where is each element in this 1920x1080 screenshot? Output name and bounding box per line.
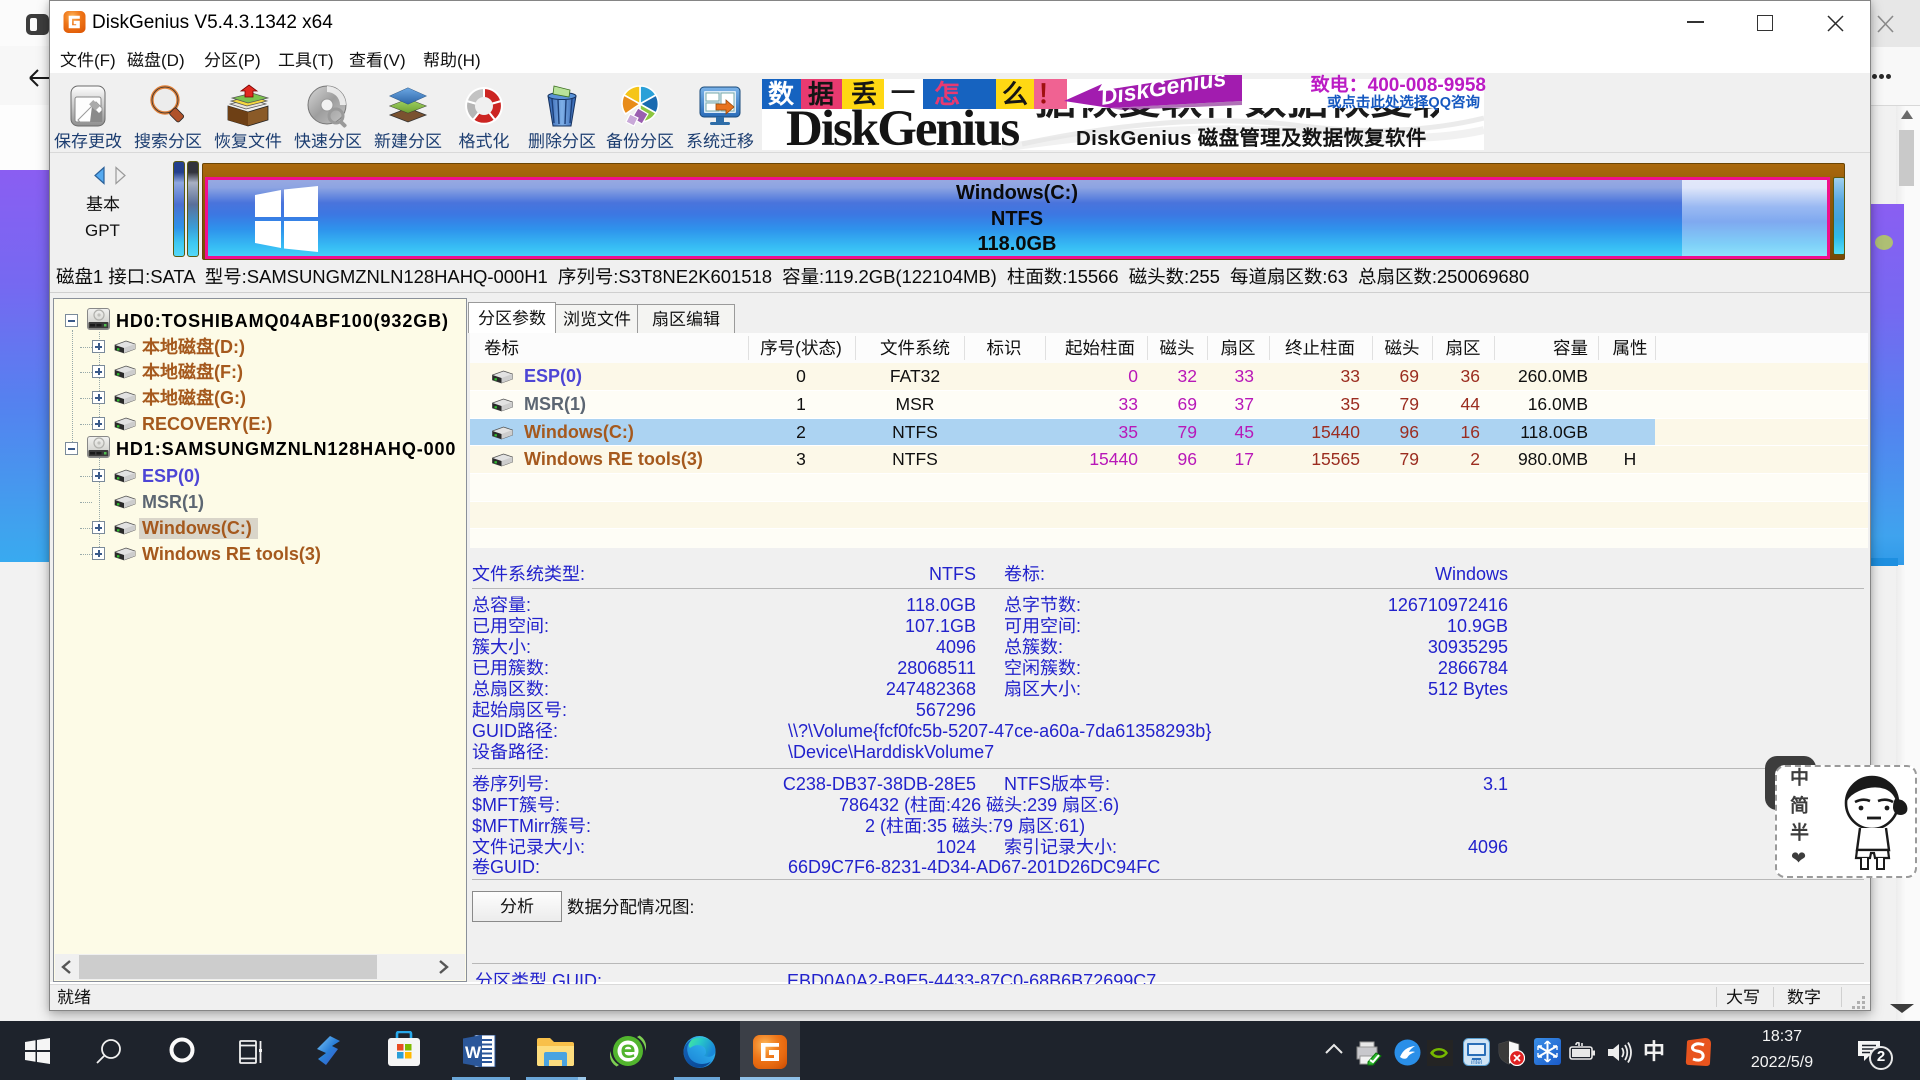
svg-text:intel: intel: [1471, 1060, 1482, 1066]
svg-text:W: W: [465, 1043, 482, 1062]
